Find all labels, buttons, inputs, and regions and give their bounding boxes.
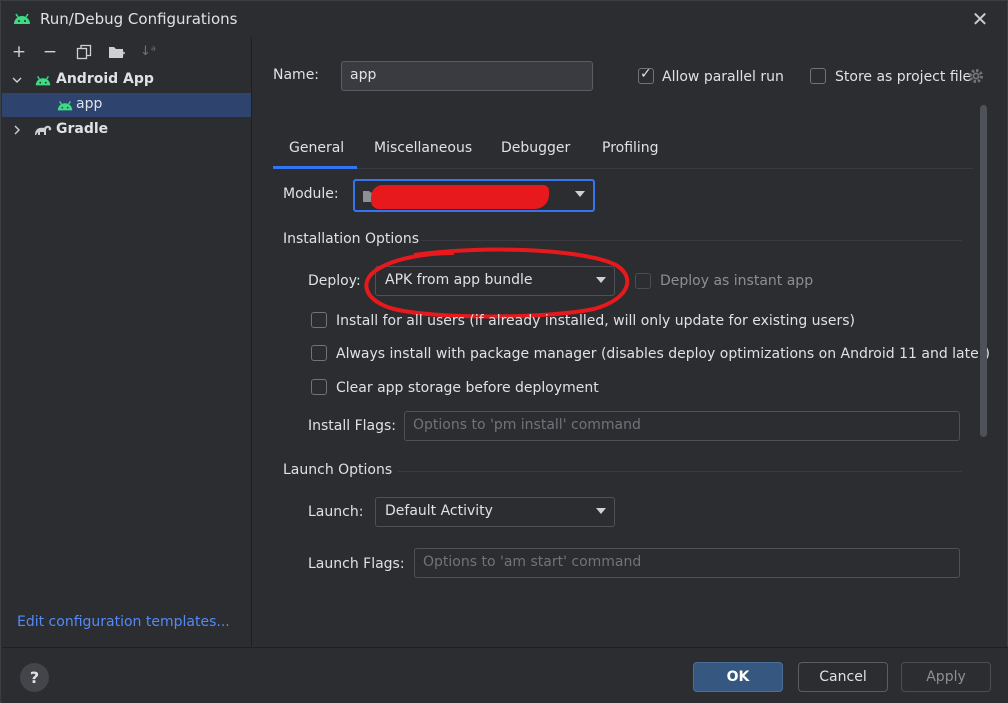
cancel-button[interactable]: Cancel	[798, 662, 888, 692]
name-field[interactable]: app	[341, 61, 593, 91]
dialog-title: Run/Debug Configurations	[40, 10, 238, 28]
config-tabs: General Miscellaneous Debugger Profiling	[273, 129, 973, 169]
red-annotation-circle	[364, 247, 630, 319]
tab-profiling[interactable]: Profiling	[602, 140, 659, 156]
section-divider	[398, 471, 962, 472]
active-tab-indicator	[273, 166, 357, 169]
sidebar-toolbar: + − ↓ᵃ	[2, 37, 252, 68]
chevron-down-icon	[575, 191, 585, 197]
install-all-users-label: Install for all users (if already instal…	[336, 313, 855, 329]
apply-button[interactable]: Apply	[901, 662, 991, 692]
configurations-sidebar: + − ↓ᵃ Android App app Gradle Edit confi…	[2, 37, 252, 646]
android-icon	[57, 101, 73, 111]
gradle-icon	[35, 125, 52, 135]
close-icon[interactable]: ✕	[968, 7, 992, 31]
installation-options-title: Installation Options	[283, 231, 420, 247]
launch-flags-input[interactable]: Options to 'am start' command	[414, 548, 960, 578]
store-as-project-file-label: Store as project file	[835, 69, 972, 85]
install-flags-label: Install Flags:	[308, 418, 397, 434]
sort-icon[interactable]: ↓ᵃ	[137, 41, 159, 63]
android-icon	[35, 76, 51, 86]
edit-configuration-templates-link[interactable]: Edit configuration templates...	[17, 614, 230, 630]
remove-icon[interactable]: −	[39, 41, 61, 63]
launch-flags-placeholder: Options to 'am start' command	[423, 554, 642, 570]
dialog-button-bar: ? OK Cancel Apply	[2, 647, 1008, 703]
move-to-folder-icon[interactable]	[106, 41, 128, 63]
android-icon	[14, 13, 30, 24]
configuration-editor: Name: app ✓ Allow parallel run Store as …	[253, 37, 1007, 646]
tree-item-label: Gradle	[56, 121, 109, 137]
add-icon[interactable]: +	[8, 41, 30, 63]
install-all-users-checkbox[interactable]	[311, 312, 327, 328]
chevron-down-icon[interactable]	[10, 70, 24, 90]
tab-miscellaneous[interactable]: Miscellaneous	[374, 140, 472, 156]
gear-icon[interactable]	[967, 67, 985, 85]
clear-app-storage-checkbox[interactable]	[311, 379, 327, 395]
tree-item-label: Android App	[56, 71, 154, 87]
tab-general[interactable]: General	[289, 140, 344, 156]
checkmark-icon: ✓	[640, 66, 652, 82]
ok-button[interactable]: OK	[693, 662, 783, 692]
install-flags-input[interactable]: Options to 'pm install' command	[404, 411, 960, 441]
section-divider	[421, 240, 962, 241]
store-as-project-file-checkbox[interactable]	[810, 68, 826, 84]
deploy-instant-app-checkbox[interactable]	[635, 273, 651, 289]
launch-label: Launch:	[308, 504, 364, 520]
launch-options-title: Launch Options	[283, 462, 393, 478]
tree-item-label: app	[76, 96, 103, 112]
chevron-right-icon[interactable]	[10, 120, 24, 140]
run-debug-configurations-dialog: Run/Debug Configurations ✕ + − ↓ᵃ Androi…	[0, 0, 1008, 703]
name-label: Name:	[273, 67, 320, 83]
install-flags-placeholder: Options to 'pm install' command	[413, 417, 641, 433]
redaction-scribble	[371, 185, 549, 209]
always-install-pm-checkbox[interactable]	[311, 345, 327, 361]
vertical-scrollbar[interactable]	[980, 105, 987, 437]
allow-parallel-run-checkbox[interactable]: ✓	[638, 66, 654, 84]
launch-flags-label: Launch Flags:	[308, 556, 405, 572]
allow-parallel-run-label: Allow parallel run	[662, 69, 784, 85]
title-bar: Run/Debug Configurations ✕	[1, 1, 1007, 37]
copy-icon[interactable]	[73, 41, 95, 63]
deploy-instant-app-label: Deploy as instant app	[660, 273, 814, 289]
help-button[interactable]: ?	[20, 663, 49, 692]
tab-debugger[interactable]: Debugger	[501, 140, 570, 156]
always-install-pm-label: Always install with package manager (dis…	[336, 346, 990, 362]
tree-item-gradle[interactable]: Gradle	[2, 118, 251, 142]
tree-item-app[interactable]: app	[2, 93, 251, 117]
launch-select[interactable]: Default Activity	[375, 497, 615, 527]
chevron-down-icon	[596, 508, 606, 514]
clear-app-storage-label: Clear app storage before deployment	[336, 380, 599, 396]
tree-item-android-app[interactable]: Android App	[2, 68, 251, 92]
module-label: Module:	[283, 186, 339, 202]
deploy-label: Deploy:	[308, 273, 361, 289]
launch-select-value: Default Activity	[385, 503, 493, 519]
